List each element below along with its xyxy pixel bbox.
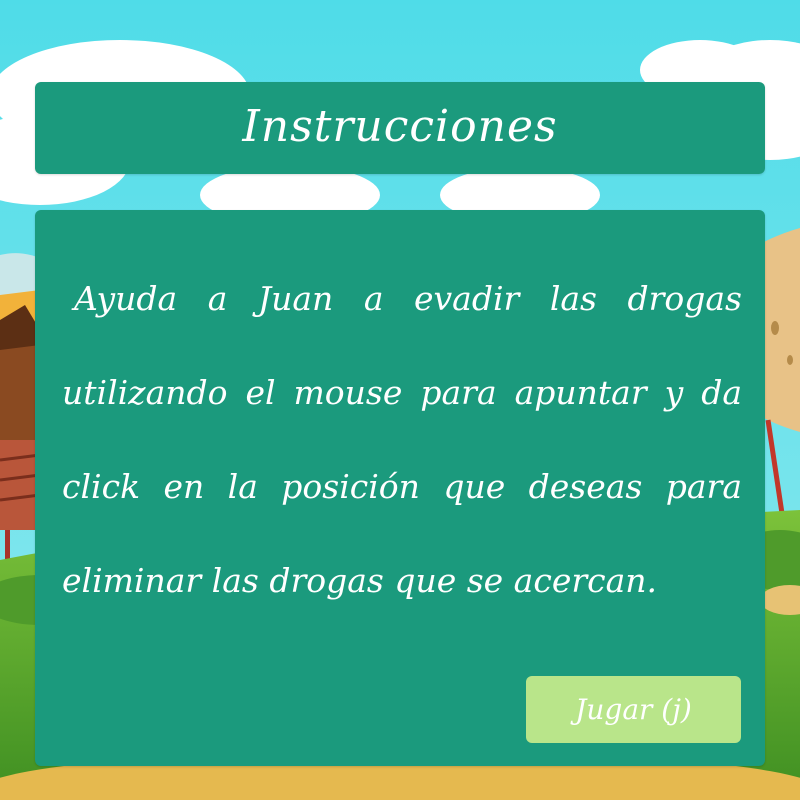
instructions-panel: Ayuda a Juan a evadir las drogas utiliza… (35, 210, 765, 766)
title-banner: Instrucciones (35, 82, 765, 174)
instructions-title: Instrucciones (242, 100, 558, 152)
instructions-text: Ayuda a Juan a evadir las drogas utiliza… (62, 279, 742, 600)
play-button[interactable]: Jugar (j) (526, 676, 741, 743)
